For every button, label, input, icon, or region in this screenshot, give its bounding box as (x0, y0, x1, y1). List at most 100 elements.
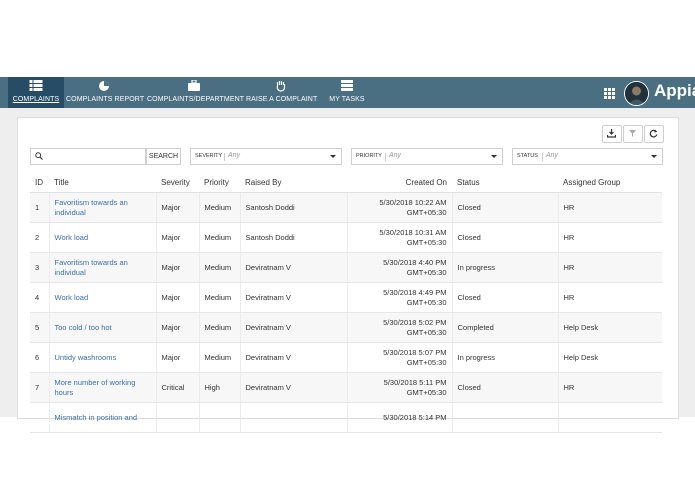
cell-severity: Major (155, 282, 199, 313)
table-row: 1 Favoritism towards an individual Major Med… (30, 192, 662, 223)
tab-label: RAISE A COMPLAINT (246, 96, 318, 103)
title-line: individual (54, 267, 86, 277)
column-header-status[interactable]: Status (452, 173, 558, 193)
status-filter[interactable]: STATUS Any (512, 148, 663, 165)
tab-label: COMPLAINTS REPORT (66, 96, 145, 103)
filter-divider (224, 153, 225, 161)
tab-my-tasks[interactable]: MY TASKS (325, 77, 369, 108)
complaints-table: ID Title Severity Priority Raised By Cre… (30, 173, 662, 433)
search-button[interactable]: SEARCH (146, 148, 181, 165)
chevron-down-icon (651, 155, 657, 158)
app-grid-icon[interactable] (604, 88, 615, 99)
cell-raised-by: Santosh Doddi (239, 222, 347, 253)
cell-assigned-group (557, 402, 662, 433)
cell-title: Mismatch in position and (48, 402, 156, 433)
cell-severity: Major (155, 252, 199, 283)
search-icon (35, 152, 43, 160)
priority-filter[interactable]: PRIORITY Any (351, 148, 503, 165)
user-avatar[interactable] (624, 81, 649, 106)
complaint-title-link[interactable]: Work load (55, 293, 89, 302)
search-input[interactable] (30, 148, 146, 165)
table-row: Mismatch in position and 5/30/2018 5:14 P… (30, 402, 662, 433)
created-date: 5/30/2018 5:07 PM (383, 347, 447, 357)
complaint-title-link[interactable]: Favoritism towards an individual (55, 258, 128, 277)
cell-status: Closed (451, 372, 558, 403)
created-timezone: GMT+05:30 (406, 327, 447, 337)
cell-raised-by (239, 402, 347, 433)
tab-complaints[interactable]: COMPLAINTS (8, 77, 64, 108)
cell-created-on: 5/30/2018 10:22 AM GMT+05:30 (346, 192, 452, 223)
chevron-down-icon (491, 155, 497, 158)
cell-assigned-group: HR (557, 222, 662, 253)
cell-severity: Major (155, 312, 199, 343)
cell-priority (198, 402, 240, 433)
appian-logo: Appian (654, 81, 695, 100)
cell-id: 7 (30, 372, 49, 403)
created-date: 5/30/2018 4:40 PM (383, 257, 447, 267)
cell-title: Untidy washrooms (48, 342, 156, 373)
column-header-assigned-group[interactable]: Assigned Group (558, 173, 662, 193)
tab-complaints-report[interactable]: COMPLAINTS REPORT (66, 77, 145, 108)
cell-title: Favoritism towards an individual (48, 192, 156, 223)
top-nav-bar: COMPLAINTS COMPLAINTS REPORT COMPLAINTS/… (0, 77, 695, 108)
column-header-priority[interactable]: Priority (199, 173, 240, 193)
title-line: Favoritism towards an (54, 257, 128, 267)
filter-value: Any (228, 152, 241, 159)
cell-title: Work load (48, 222, 156, 253)
severity-filter[interactable]: SEVERITY Any (190, 148, 342, 165)
created-timezone: GMT+05:30 (406, 237, 447, 247)
cell-severity: Major (155, 342, 199, 373)
filter-icon (629, 130, 636, 137)
refresh-button[interactable] (644, 125, 664, 143)
cell-id: 4 (30, 282, 49, 313)
filter-value: Any (546, 152, 559, 159)
download-button[interactable] (602, 125, 622, 143)
created-timezone: GMT+05:30 (406, 297, 447, 307)
cell-id: 5 (30, 312, 49, 343)
cell-severity (155, 402, 199, 433)
cell-created-on: 5/30/2018 4:40 PM GMT+05:30 (346, 252, 452, 283)
column-header-id[interactable]: ID (30, 173, 49, 193)
title-line: More number of working (54, 377, 136, 387)
column-header-raised-by[interactable]: Raised By (240, 173, 347, 193)
cell-raised-by: Deviratnam V (239, 342, 347, 373)
tab-complaints-department[interactable]: COMPLAINTS/DEPARTMENT (147, 77, 244, 108)
created-timezone: GMT+05:30 (406, 357, 447, 367)
table-row: 4 Work load Major Medium Deviratnam V 5/30/20… (30, 282, 662, 313)
table-row: 6 Untidy washrooms Major Medium Deviratnam V… (30, 342, 662, 373)
column-header-severity[interactable]: Severity (156, 173, 199, 193)
title-line: Work load (54, 292, 89, 302)
complaint-title-link[interactable]: Mismatch in position and (55, 413, 138, 422)
column-header-title[interactable]: Title (49, 173, 156, 193)
filter-button[interactable] (623, 125, 643, 143)
table-row: 2 Work load Major Medium Santosh Doddi 5/30/2… (30, 222, 662, 253)
cell-raised-by: Santosh Doddi (239, 192, 347, 223)
complaint-title-link[interactable]: Work load (55, 233, 89, 242)
cell-priority: Medium (198, 192, 240, 223)
cell-severity: Major (155, 192, 199, 223)
filter-label: PRIORITY (356, 153, 382, 159)
created-date: 5/30/2018 5:11 PM (383, 377, 447, 387)
title-line: hours (54, 387, 74, 397)
filter-label: STATUS (517, 153, 538, 159)
column-header-created-on[interactable]: Created On (347, 173, 452, 193)
title-line: Work load (54, 232, 89, 242)
cell-status: In progress (451, 252, 558, 283)
cell-assigned-group: HR (557, 192, 662, 223)
grid-list-icon (29, 80, 43, 91)
complaint-title-link[interactable]: Too cold / too hot (55, 323, 112, 332)
cell-title: Favoritism towards an individual (48, 252, 156, 283)
title-line: Mismatch in position and (54, 412, 138, 422)
cell-id: 1 (30, 192, 49, 223)
complaint-title-link[interactable]: Untidy washrooms (55, 353, 117, 362)
created-date: 5/30/2018 5:02 PM (383, 317, 447, 327)
filter-divider (385, 153, 386, 161)
cell-status (451, 402, 558, 433)
complaint-title-link[interactable]: Favoritism towards an individual (55, 198, 128, 217)
pie-chart-icon (99, 81, 109, 91)
tab-raise-a-complaint[interactable]: RAISE A COMPLAINT (246, 77, 318, 108)
table-header-row: ID Title Severity Priority Raised By Cre… (30, 173, 662, 193)
cell-assigned-group: HR (557, 282, 662, 313)
user-photo-icon (625, 82, 648, 105)
complaint-title-link[interactable]: More number of working hours (55, 378, 136, 397)
